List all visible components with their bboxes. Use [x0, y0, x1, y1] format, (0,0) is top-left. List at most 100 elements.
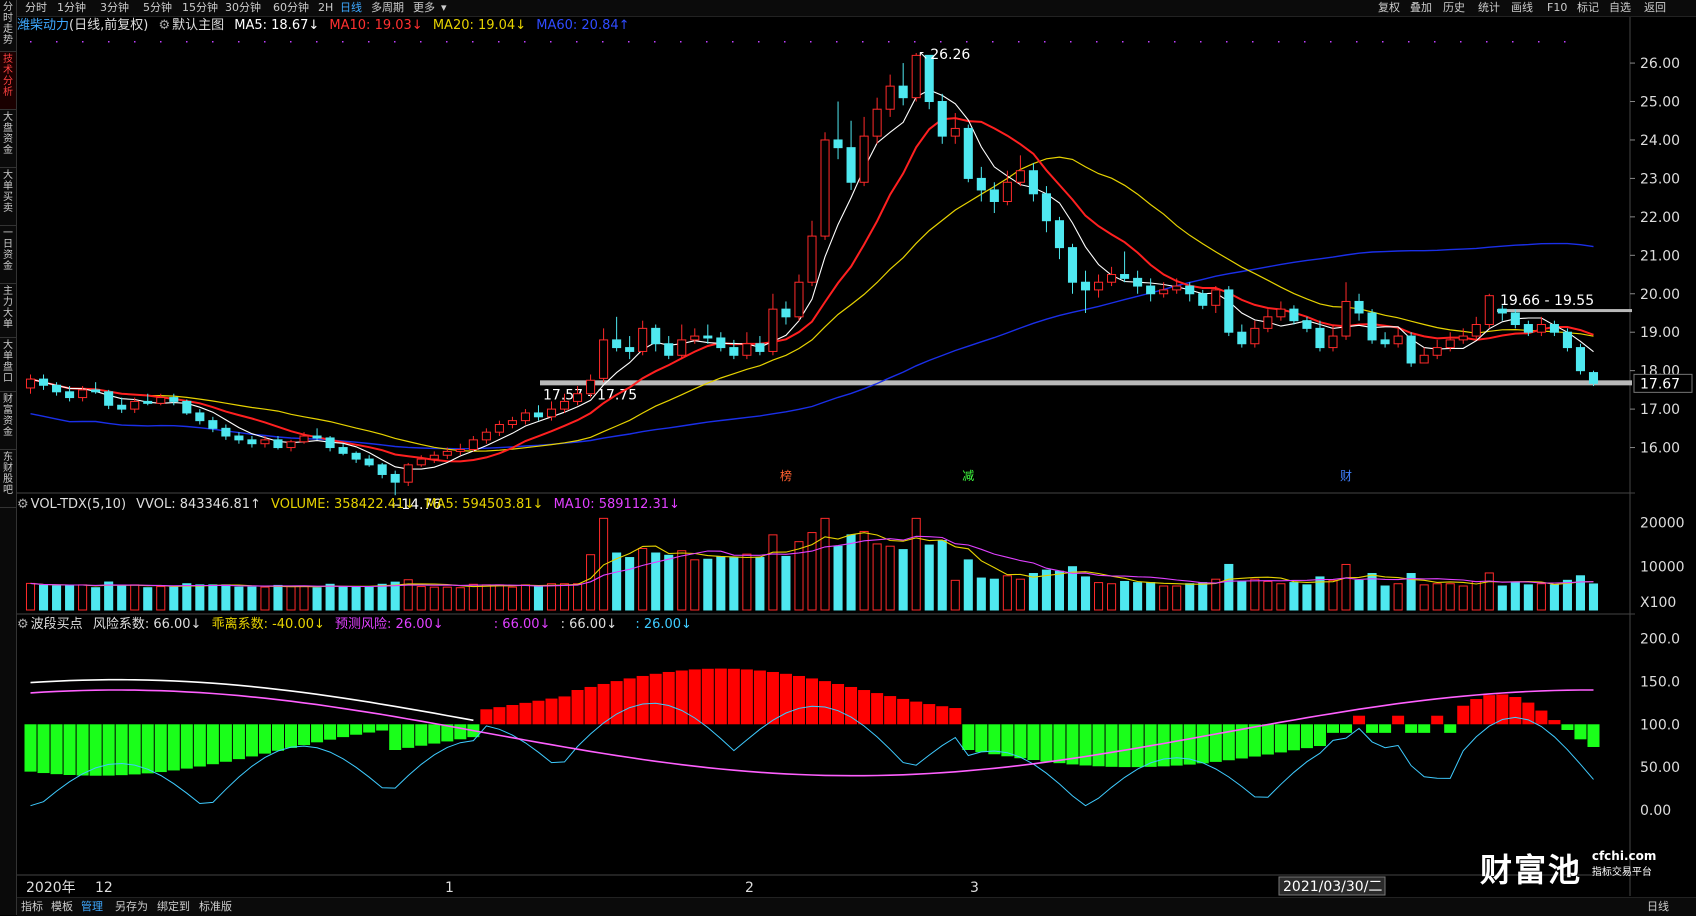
indicator-bar [311, 724, 324, 743]
bottom-tab-3[interactable]: 管理 [81, 898, 103, 915]
volume-bar [260, 586, 270, 611]
candle-body [807, 235, 817, 283]
candle-body [599, 339, 609, 379]
period-toolbar: 分时 1分钟 3分钟 5分钟 15分钟 30分钟 60分钟 2H 日线 多周期 更多 ▾ 复权 叠加 历史统… [17, 0, 1696, 17]
volume-bar [312, 587, 322, 611]
period-tab-4[interactable]: 5分钟 [143, 0, 172, 15]
tool-6[interactable]: F10 [1547, 0, 1567, 15]
settings-gear-icon[interactable]: ⚙ [158, 18, 170, 33]
candle-body [989, 189, 999, 202]
period-tab-3[interactable]: 3分钟 [100, 0, 129, 15]
more-dropdown-icon[interactable]: ▾ [441, 0, 447, 15]
indicator-bar [324, 724, 337, 740]
dot-mark [732, 41, 734, 43]
volume-bar [104, 581, 114, 611]
left-tab-5[interactable]: 一日资金 [0, 226, 16, 284]
candle-body [403, 464, 413, 483]
left-tab-8[interactable]: 财富资金 [0, 392, 16, 450]
left-tab-2[interactable]: 技术分析 [0, 52, 16, 110]
candle-body [351, 452, 361, 460]
indicator-bar [1079, 724, 1092, 766]
indicator-bar [298, 724, 311, 746]
indicator-bar [1209, 724, 1222, 762]
period-tab-10[interactable]: 多周期 [371, 0, 404, 15]
volume-bar [1588, 583, 1599, 611]
indicator-legend: ⚙ 波段买点 风险系数: 66.00↓ 乖离系数: -40.00↓ 预测风险: 2… [17, 616, 698, 634]
period-tab-7[interactable]: 60分钟 [273, 0, 309, 15]
left-tab-3[interactable]: 大盘资金 [0, 110, 16, 168]
tool-5[interactable]: 画线 [1511, 0, 1533, 15]
volume-bar [1549, 584, 1559, 611]
volume-bar [1432, 583, 1442, 611]
volume-bar [1471, 580, 1481, 611]
bottom-tab-6[interactable]: 标准版 [199, 898, 232, 915]
candle-body [455, 448, 465, 452]
volume-bar [468, 583, 478, 611]
candle-body [833, 139, 843, 149]
tool-1[interactable]: 复权 [1378, 0, 1400, 15]
indicator-bar [480, 709, 493, 725]
dot-mark [498, 41, 500, 43]
indicator-bar [1379, 724, 1392, 733]
left-tab-1[interactable]: 分时走势 [0, 0, 16, 52]
tool-9[interactable]: 返回 [1644, 0, 1666, 15]
candle-body [312, 435, 322, 439]
tool-2[interactable]: 叠加 [1410, 0, 1432, 15]
settings-gear-icon[interactable]: ⚙ [17, 497, 29, 512]
tool-3[interactable]: 历史 [1443, 0, 1465, 15]
period-tab-1[interactable]: 分时 [25, 0, 47, 15]
tool-7[interactable]: 标记 [1577, 0, 1599, 15]
volume-bar [1094, 582, 1104, 611]
candle-body [1458, 335, 1468, 341]
indicator-bar [792, 675, 805, 725]
bottom-period-label[interactable]: 日线 [1647, 898, 1669, 915]
tool-8[interactable]: 自选 [1609, 0, 1631, 15]
indicator-bar [350, 724, 363, 735]
chart-canvas[interactable]: 26.0025.0024.0023.0022.0021.0020.0019.00… [0, 0, 1696, 915]
dot-mark [1512, 41, 1514, 43]
settings-gear-icon[interactable]: ⚙ [17, 617, 29, 632]
volume-bar [703, 558, 713, 611]
left-tab-4[interactable]: 大单买卖 [0, 168, 16, 226]
candle-body [859, 135, 869, 183]
candle-body [1041, 193, 1051, 222]
stock-name[interactable]: 潍柴动力 [17, 18, 69, 33]
period-tab-9[interactable]: 日线 [340, 0, 362, 15]
candle-body [442, 450, 452, 456]
indicator-bar [1340, 724, 1353, 733]
period-tab-11[interactable]: 更多 [413, 0, 435, 15]
volume-bar [768, 534, 778, 611]
ind-title[interactable]: 波段买点 [31, 617, 83, 632]
bottom-tab-5[interactable]: 绑定到 [157, 898, 190, 915]
period-tab-5[interactable]: 15分钟 [182, 0, 218, 15]
indicator-bar [819, 681, 832, 725]
dot-mark [1278, 41, 1280, 43]
volume-bar [1510, 582, 1520, 611]
volume-bar [1302, 584, 1312, 611]
bottom-tab-4[interactable]: 另存为 [115, 898, 148, 915]
indicator-bar [714, 668, 727, 725]
dot-mark [1564, 41, 1566, 43]
left-tab-7[interactable]: 大单盘口 [0, 338, 16, 392]
vol-title[interactable]: VOL-TDX(5,10) [31, 497, 126, 512]
indicator-bar [63, 724, 76, 775]
chart-type[interactable]: 默认主图 [172, 18, 224, 33]
left-tab-6[interactable]: 主力大单 [0, 284, 16, 338]
period-tab-8[interactable]: 2H [318, 0, 333, 15]
candle-body [143, 400, 153, 404]
tool-4[interactable]: 统计 [1478, 0, 1500, 15]
period-tab-6[interactable]: 30分钟 [225, 0, 261, 15]
volume-bar [625, 557, 635, 611]
bottom-tab-1[interactable]: 指标 [21, 898, 43, 915]
indicator-bar [1001, 724, 1014, 757]
candle-body [1367, 312, 1377, 341]
volume-bar [117, 585, 127, 611]
volume-bar [573, 583, 583, 611]
period-tab-2[interactable]: 1分钟 [57, 0, 86, 15]
volume-bar [481, 584, 491, 611]
indicator-bar [1444, 724, 1457, 733]
bottom-tab-2[interactable]: 模板 [51, 898, 73, 915]
left-tab-9[interactable]: 东财股吧 [0, 450, 16, 508]
volume-bar [364, 586, 374, 611]
volume-bar [1198, 582, 1208, 611]
